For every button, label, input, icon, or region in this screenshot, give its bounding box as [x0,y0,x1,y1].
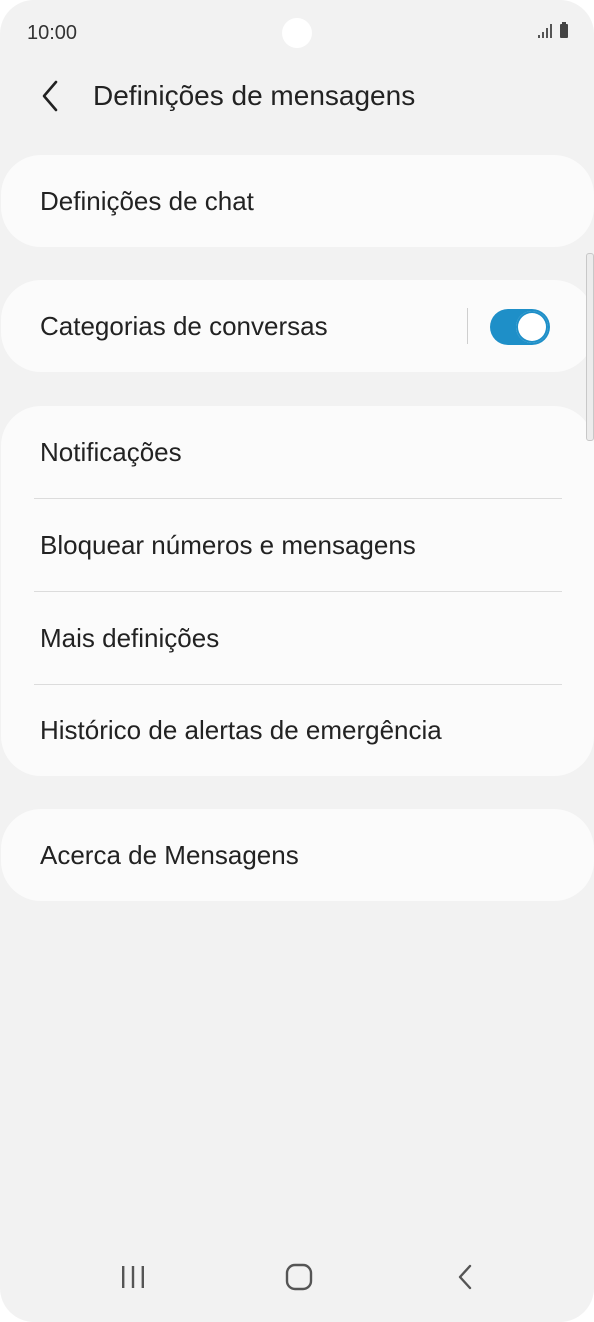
settings-item-label: Definições de chat [40,186,254,216]
battery-icon [560,22,568,38]
settings-item-conversation-categories[interactable]: Categorias de conversas [1,280,594,372]
page-title: Definições de mensagens [93,80,416,111]
app-header: Definições de mensagens [0,64,594,128]
back-button[interactable] [30,76,70,116]
settings-item-notifications[interactable]: Notificações [1,406,594,498]
status-icons [538,22,568,38]
scrollbar[interactable] [586,253,594,441]
toggle-knob [516,311,548,343]
conversation-categories-toggle[interactable] [490,309,550,345]
navigation-bar [0,1245,594,1322]
settings-item-about-messages[interactable]: Acerca de Mensagens [1,809,594,901]
settings-card-about: Acerca de Mensagens [1,809,594,901]
recent-apps-icon [122,1266,144,1288]
settings-card-chat: Definições de chat [1,155,594,247]
settings-item-label: Mais definições [40,623,220,653]
settings-item-label: Histórico de alertas de emergência [40,715,442,745]
back-icon [458,1264,472,1290]
settings-item-label: Categorias de conversas [40,311,328,341]
signal-icon [538,24,552,38]
home-icon [285,1263,313,1291]
settings-item-more-settings[interactable]: Mais definições [1,592,594,684]
settings-item-block-numbers[interactable]: Bloquear números e mensagens [1,499,594,591]
settings-card-categories: Categorias de conversas [1,280,594,372]
settings-card-general: Notificações Bloquear números e mensagen… [1,406,594,776]
settings-item-label: Bloquear números e mensagens [40,530,416,560]
toggle-divider [467,308,468,344]
settings-item-emergency-alert-history[interactable]: Histórico de alertas de emergência [1,684,594,776]
recent-apps-button[interactable] [103,1257,163,1297]
camera-cutout [282,18,312,48]
phone-screen: 10:00 Definições de mensagens Definições… [0,0,594,1322]
settings-item-label: Acerca de Mensagens [40,840,299,870]
home-button[interactable] [269,1257,329,1297]
chevron-left-icon [42,80,58,112]
settings-item-chat-settings[interactable]: Definições de chat [1,155,594,247]
status-time: 10:00 [27,22,78,44]
nav-back-button[interactable] [435,1257,495,1297]
settings-item-label: Notificações [40,437,182,467]
